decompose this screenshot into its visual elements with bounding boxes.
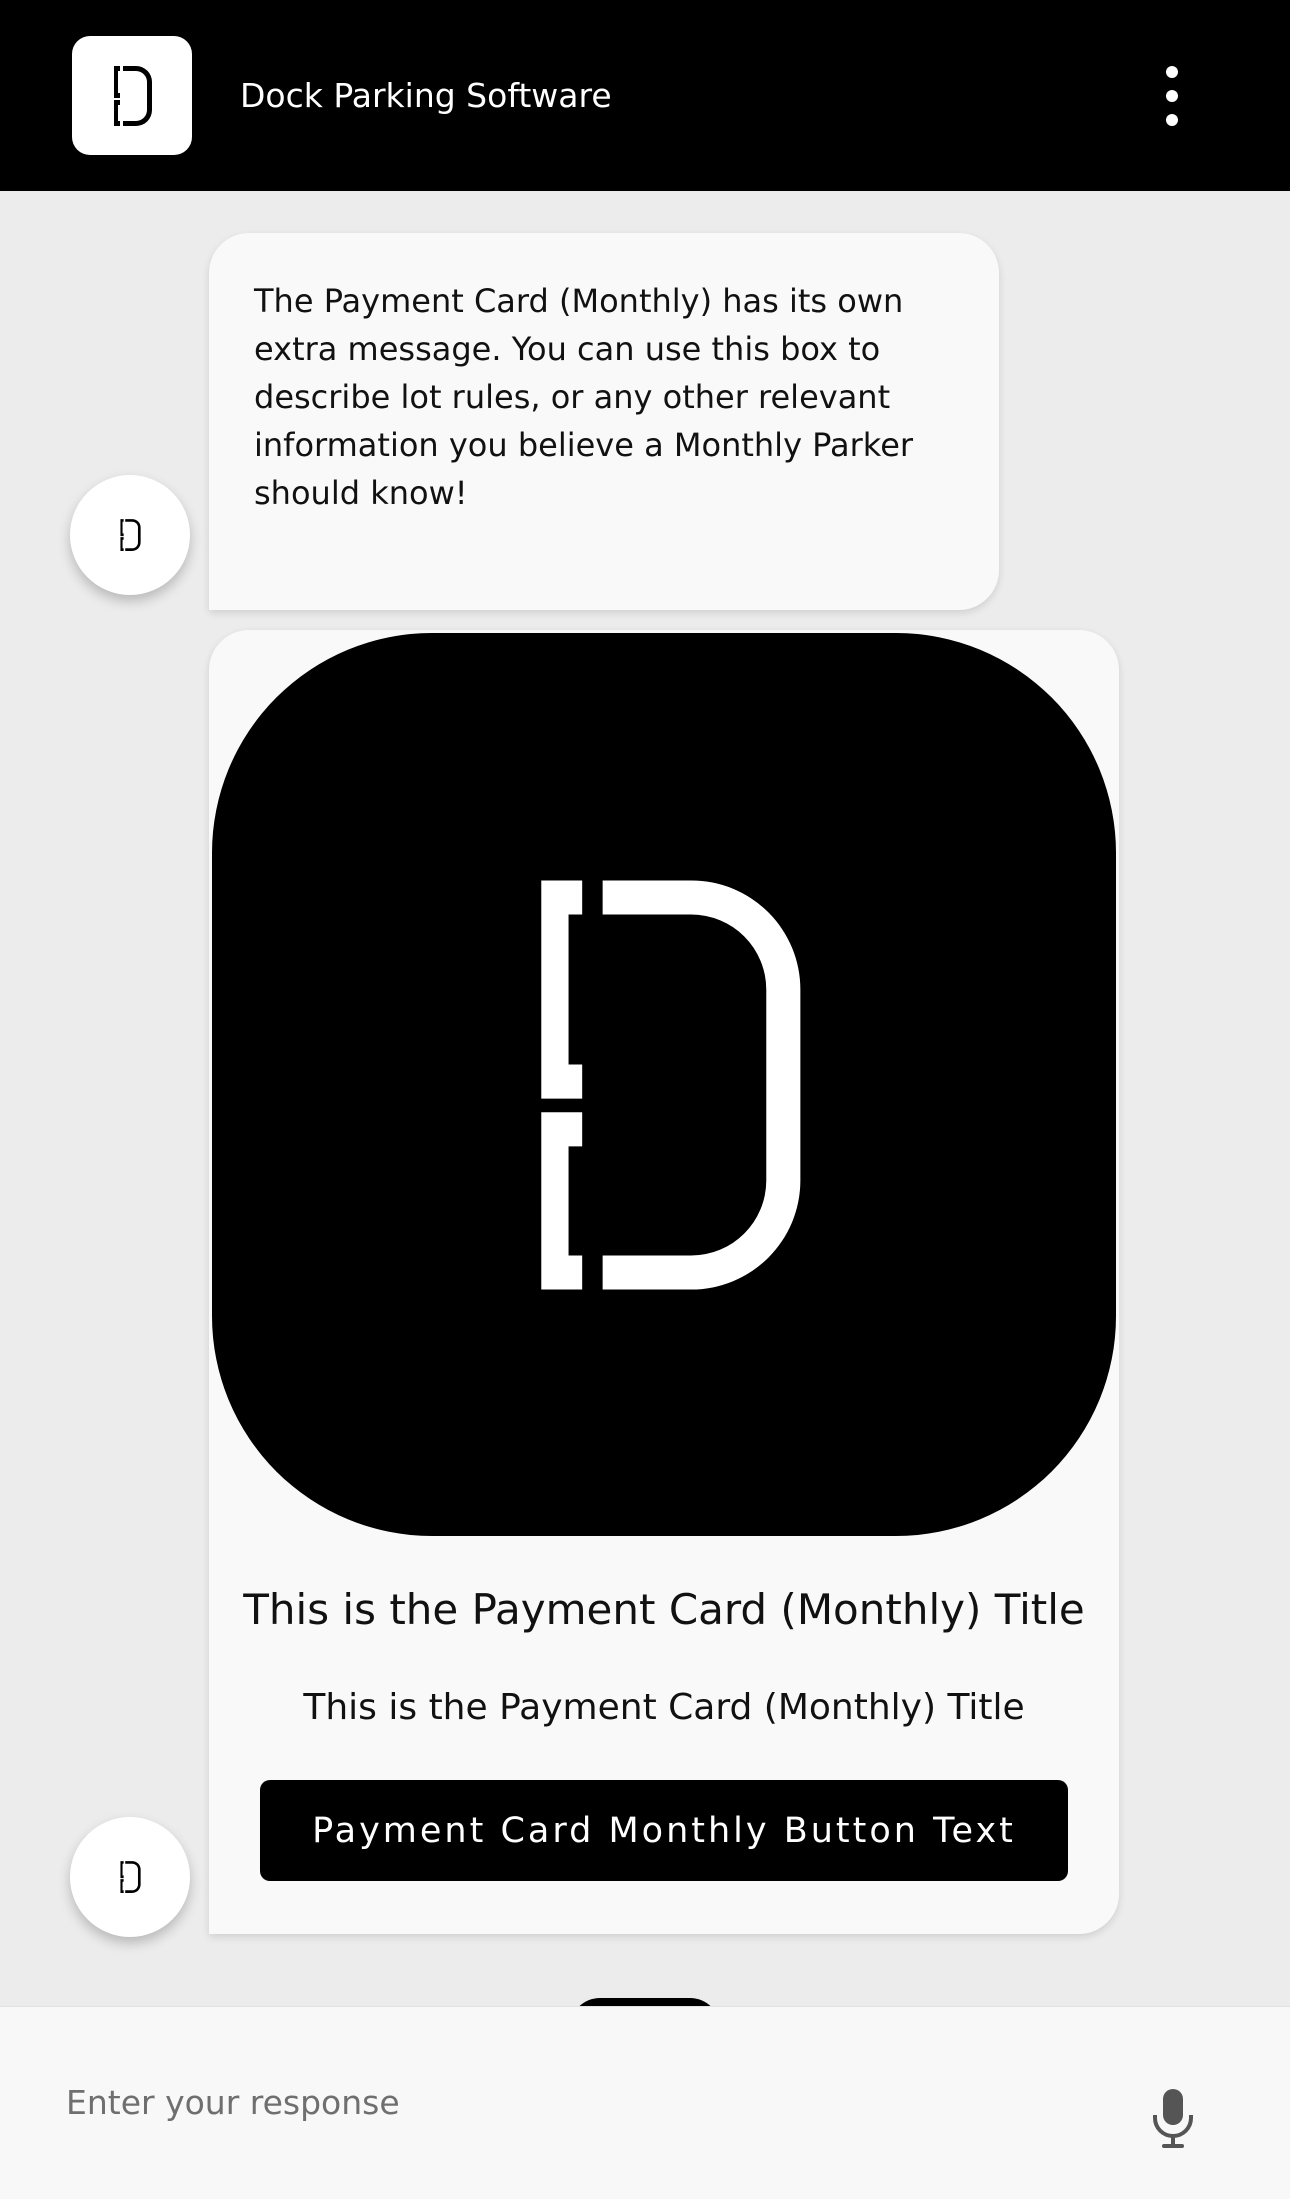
menu-dot xyxy=(1166,66,1178,78)
dock-logo-icon xyxy=(72,36,192,155)
menu-dot xyxy=(1166,114,1178,126)
card-subtitle: This is the Payment Card (Monthly) Title xyxy=(303,1687,1025,1728)
app-title: Dock Parking Software xyxy=(240,76,612,115)
dock-logo-icon xyxy=(120,1861,141,1893)
response-input[interactable] xyxy=(66,2067,1086,2137)
bot-avatar xyxy=(70,1817,190,1937)
dock-logo-icon xyxy=(541,879,801,1290)
payment-card-button[interactable]: Payment Card Monthly Button Text xyxy=(260,1780,1068,1881)
composer-bar xyxy=(0,2006,1290,2199)
bot-message-bubble: The Payment Card (Monthly) has its own e… xyxy=(209,233,999,610)
app-header: Dock Parking Software xyxy=(0,0,1290,191)
card-image xyxy=(212,633,1116,1536)
menu-dot xyxy=(1166,90,1178,102)
dock-logo-icon xyxy=(120,519,141,551)
payment-card: This is the Payment Card (Monthly) Title… xyxy=(209,630,1119,1934)
bot-avatar xyxy=(70,475,190,595)
card-title: This is the Payment Card (Monthly) Title xyxy=(243,1585,1085,1634)
microphone-icon[interactable] xyxy=(1148,2087,1198,2153)
more-vertical-icon[interactable] xyxy=(1150,66,1194,126)
